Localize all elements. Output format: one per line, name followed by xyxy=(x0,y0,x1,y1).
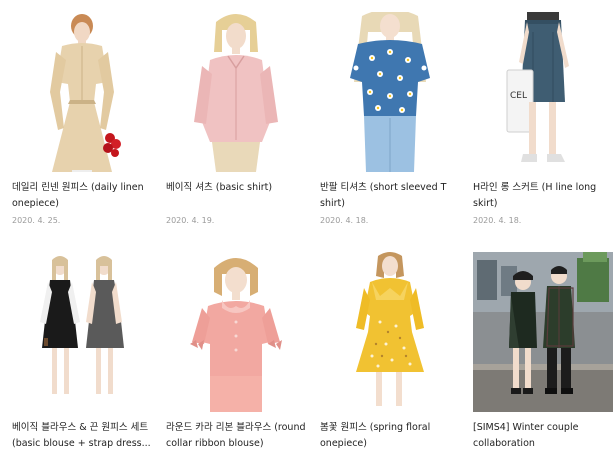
daisy-tshirt-image[interactable] xyxy=(320,12,460,172)
winter-couple-image[interactable] xyxy=(473,252,613,412)
post-title[interactable]: [SIMS4] Winter couple collaboration xyxy=(473,420,613,452)
post-date: 2020. 4. 19. xyxy=(166,216,215,225)
blouse-strap-dress-image[interactable] xyxy=(12,252,152,412)
post-grid: 데일리 린넨 원피스 (daily linen onepiece) 2020. … xyxy=(0,0,616,456)
post-date: 2020. 4. 18. xyxy=(320,216,369,225)
post-title[interactable]: 데일리 린넨 원피스 (daily linen onepiece) xyxy=(12,180,152,212)
long-skirt-image[interactable]: CEL xyxy=(473,12,613,172)
post-title[interactable]: 베이직 셔츠 (basic shirt) xyxy=(166,180,306,196)
post-title[interactable]: 라운드 카라 리본 블라우스 (round collar ribbon blou… xyxy=(166,420,306,452)
basic-shirt-image[interactable] xyxy=(166,12,306,172)
post-date: 2020. 4. 25. xyxy=(12,216,61,225)
post-title[interactable]: H라인 롱 스커트 (H line long skirt) xyxy=(473,180,613,212)
linen-dress-image[interactable] xyxy=(12,12,152,172)
post-date: 2020. 4. 18. xyxy=(473,216,522,225)
post-title[interactable]: 봄꽃 원피스 (spring floral onepiece) xyxy=(320,420,460,452)
ribbon-blouse-image[interactable] xyxy=(166,252,306,412)
floral-dress-image[interactable] xyxy=(320,252,460,412)
svg-text:CEL: CEL xyxy=(510,91,527,101)
post-title[interactable]: 반팔 티셔츠 (short sleeved T shirt) xyxy=(320,180,460,212)
post-title[interactable]: 베이직 블라우스 & 끈 원피스 세트 (basic blouse + stra… xyxy=(12,420,152,452)
